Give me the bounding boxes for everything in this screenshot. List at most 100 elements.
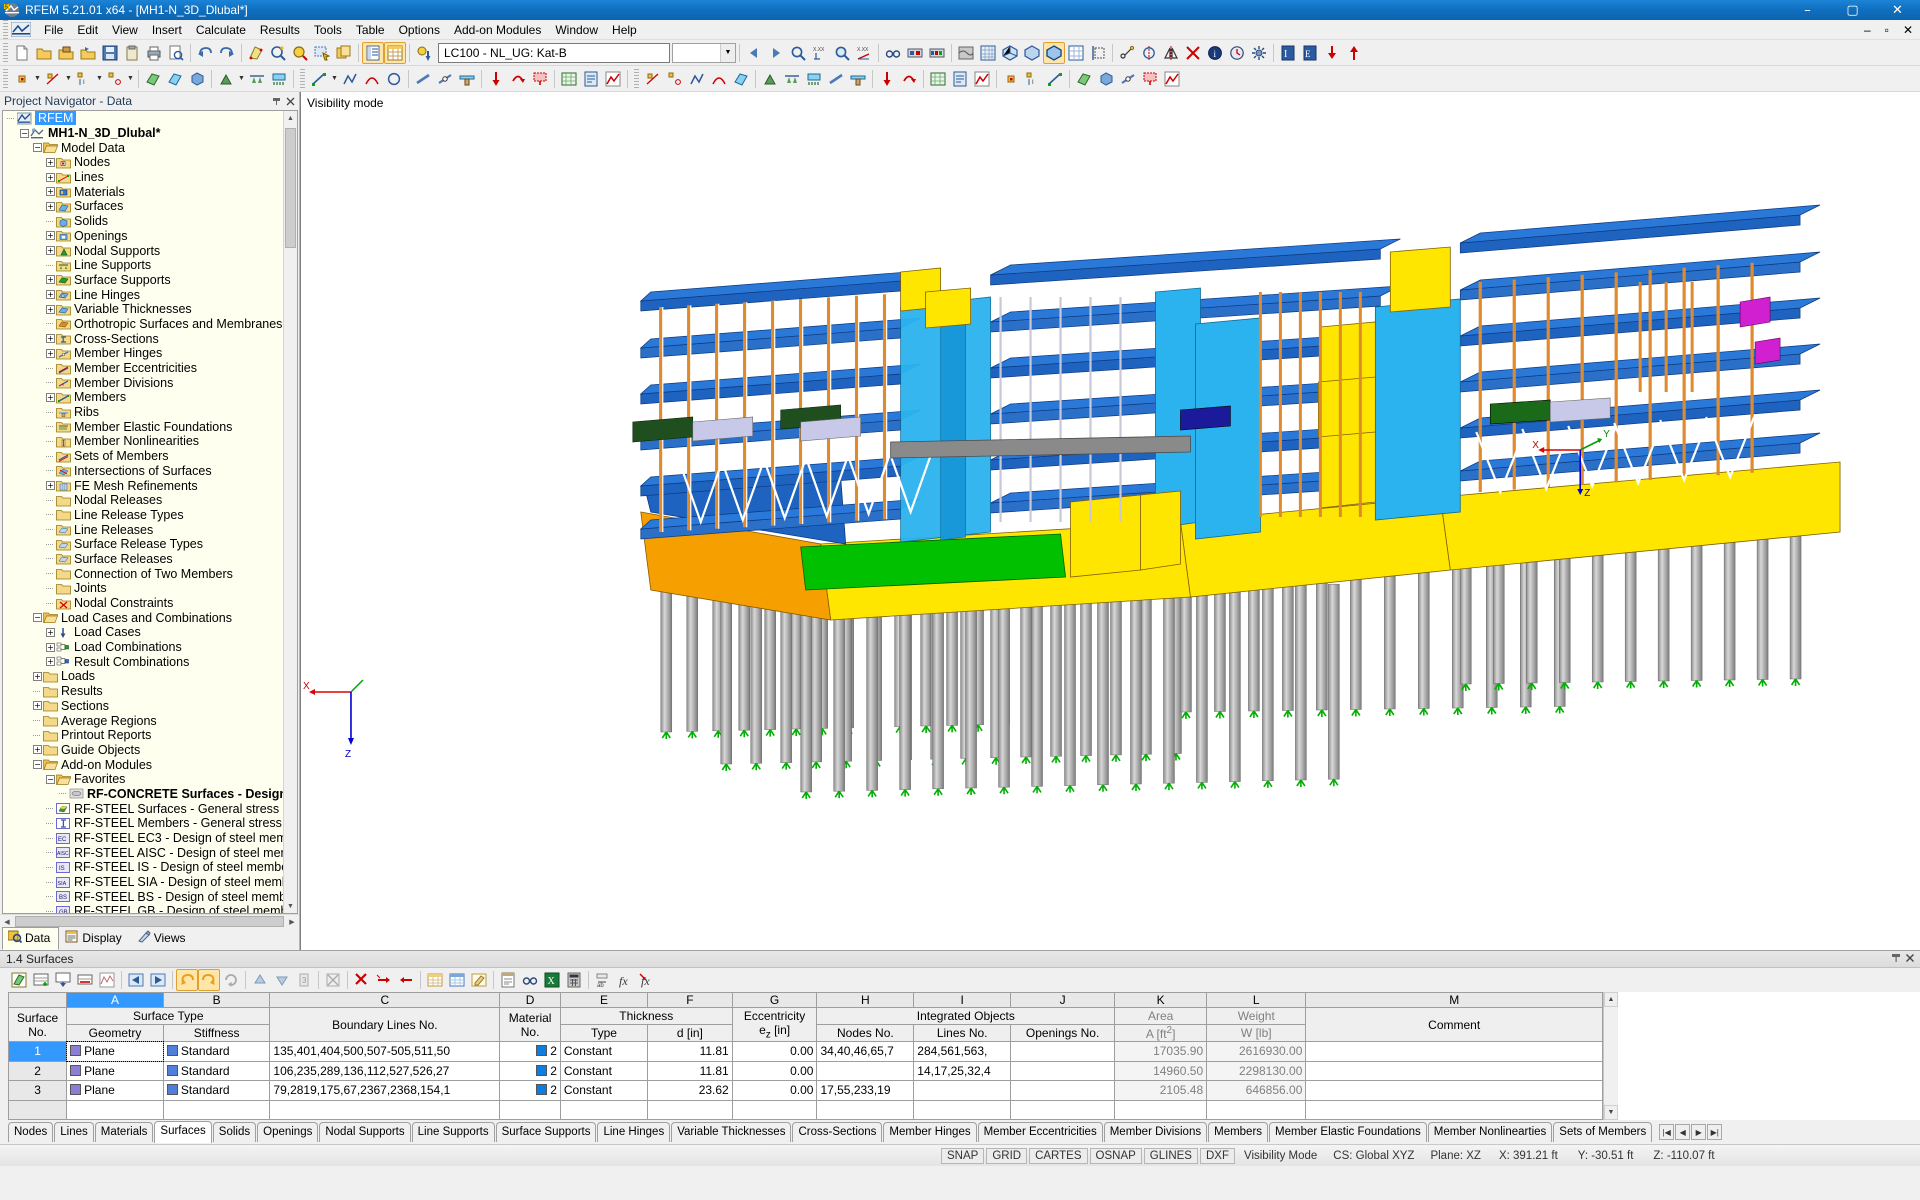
glasses-icon[interactable]: [882, 42, 904, 64]
slope-icon[interactable]: X.XX: [853, 42, 875, 64]
expand-plus-icon[interactable]: +: [33, 671, 42, 681]
expand-plus-icon[interactable]: +: [46, 348, 55, 358]
toolbar-grip[interactable]: [3, 42, 8, 63]
dropdown-arrow-icon[interactable]: ▼: [64, 68, 73, 90]
mdi-minimize-button[interactable]: –: [1857, 21, 1878, 39]
arc-icon[interactable]: [708, 68, 730, 90]
tree-item-member-nonlinearities[interactable]: Member Nonlinearities: [3, 434, 297, 449]
delete-right-icon[interactable]: [395, 969, 417, 991]
table-tab-surfaces[interactable]: Surfaces: [154, 1121, 212, 1143]
tree-item-guide-objects[interactable]: + Guide Objects: [3, 743, 297, 758]
zoom-in-icon[interactable]: [787, 42, 809, 64]
show-grid-icon[interactable]: [384, 41, 406, 64]
menu-table[interactable]: Table: [349, 21, 392, 39]
table-tab-variable-thicknesses[interactable]: Variable Thicknesses: [671, 1122, 792, 1142]
column-letter-l[interactable]: L: [1206, 992, 1307, 1008]
cell-empty[interactable]: [1114, 1099, 1208, 1120]
save-icon[interactable]: [99, 42, 121, 64]
close-button[interactable]: ✕: [1875, 0, 1920, 20]
tree-item-openings[interactable]: + Openings: [3, 229, 297, 244]
menu-options[interactable]: Options: [392, 21, 447, 39]
table-tab-openings[interactable]: Openings: [257, 1122, 319, 1142]
node-dim-icon[interactable]: I: [1022, 68, 1044, 90]
cell-thickness-type[interactable]: Constant: [559, 1080, 649, 1101]
menu-calculate[interactable]: Calculate: [189, 21, 253, 39]
scroll-left-icon[interactable]: ◀: [0, 918, 14, 926]
printout-icon[interactable]: [904, 42, 926, 64]
tree-item-rf-steel-ec3-design-of-steel-members-accordin[interactable]: EC RF-STEEL EC3 - Design of steel members…: [3, 831, 297, 846]
polyline-icon[interactable]: [686, 68, 708, 90]
cell-comment[interactable]: [1305, 1041, 1603, 1062]
zoom-out-icon[interactable]: [831, 42, 853, 64]
prev-icon[interactable]: [743, 42, 765, 64]
tree-item-joints[interactable]: Joints: [3, 581, 297, 596]
polyline-icon[interactable]: [339, 68, 361, 90]
cell-nodes-no[interactable]: 17,55,233,19: [816, 1080, 915, 1101]
cell-empty[interactable]: [162, 1099, 271, 1120]
table-tab-line-supports[interactable]: Line Supports: [411, 1122, 495, 1142]
solid-icon[interactable]: [1095, 68, 1117, 90]
menu-file[interactable]: File: [37, 21, 70, 39]
cell-empty[interactable]: [913, 1099, 1012, 1120]
status-glines[interactable]: GLINES: [1143, 1147, 1198, 1164]
status-cartes[interactable]: CARTES: [1029, 1147, 1088, 1164]
view-axo-icon[interactable]: [1021, 42, 1043, 64]
expand-plus-icon[interactable]: +: [46, 642, 55, 652]
column-letter-a[interactable]: A: [66, 992, 164, 1008]
node-grid-icon[interactable]: [104, 68, 126, 90]
info-icon[interactable]: i: [1204, 42, 1226, 64]
table-tab-members[interactable]: Members: [1208, 1122, 1269, 1142]
row-number[interactable]: 2: [8, 1060, 68, 1081]
table-tab-cross-sections[interactable]: Cross-Sections: [792, 1122, 883, 1142]
table-vertical-scrollbar[interactable]: ▲ ▼: [1603, 992, 1618, 1120]
member-icon[interactable]: [412, 68, 434, 90]
redo-table-icon[interactable]: [198, 969, 220, 991]
column-letter-g[interactable]: G: [731, 992, 818, 1008]
table-tab-nodal-supports[interactable]: Nodal Supports: [319, 1122, 411, 1142]
tree-item-variable-thicknesses[interactable]: + Variable Thicknesses: [3, 302, 297, 317]
cell-lines-no[interactable]: [913, 1080, 1012, 1101]
section-icon[interactable]: [1087, 42, 1109, 64]
ab-sort-icon[interactable]: ab: [592, 969, 614, 991]
cell-geometry[interactable]: Plane: [66, 1080, 164, 1101]
excel-import-icon[interactable]: I: [1277, 42, 1299, 64]
expand-plus-icon[interactable]: +: [46, 657, 55, 667]
cell-eccentricity-ez[interactable]: 0.00: [731, 1060, 818, 1081]
open-model-icon[interactable]: [77, 42, 99, 64]
cell-boundary-lines[interactable]: 79,2819,175,67,2367,2368,154,1: [269, 1080, 501, 1101]
collapse-minus-icon[interactable]: −: [33, 613, 42, 623]
grid-view-icon[interactable]: [1065, 42, 1087, 64]
print-icon[interactable]: [143, 42, 165, 64]
table-tab-nodes[interactable]: Nodes: [8, 1122, 54, 1142]
tree-item-materials[interactable]: + Materials: [3, 184, 297, 199]
menu-results[interactable]: Results: [253, 21, 307, 39]
expand-plus-icon[interactable]: +: [46, 231, 55, 241]
line-support-icon[interactable]: [781, 68, 803, 90]
menu-help[interactable]: Help: [605, 21, 644, 39]
expand-plus-icon[interactable]: +: [46, 334, 55, 344]
cell-thickness-d[interactable]: 11.81: [647, 1060, 733, 1081]
tree-item-intersections-of-surfaces[interactable]: Intersections of Surfaces: [3, 464, 297, 479]
redo-icon[interactable]: [216, 42, 238, 64]
tree-item-printout-reports[interactable]: Printout Reports: [3, 728, 297, 743]
cell-weight[interactable]: 2616930.00: [1206, 1041, 1307, 1062]
model-3d-svg[interactable]: X Y Z X Z: [301, 92, 1920, 950]
tree-item-add-on-modules[interactable]: − Add-on Modules: [3, 757, 297, 772]
cell-geometry[interactable]: Plane: [66, 1060, 164, 1081]
tree-item-rf-steel-surfaces-general-stress-analysis-of-ste[interactable]: RF-STEEL Surfaces - General stress analy…: [3, 801, 297, 816]
cell-material-no[interactable]: 2: [499, 1080, 561, 1101]
expand-plus-icon[interactable]: +: [46, 172, 55, 182]
print-preview-icon[interactable]: [165, 42, 187, 64]
collapse-minus-icon[interactable]: −: [33, 760, 42, 770]
zoom-globe-icon[interactable]: [289, 42, 311, 64]
line-support-icon[interactable]: [246, 68, 268, 90]
results-icon[interactable]: [602, 68, 624, 90]
table-row[interactable]: 2 Plane Standard 106,235,289,136,112,527,52…: [8, 1060, 1603, 1081]
tree-item-fe-mesh-refinements[interactable]: + FE Mesh Refinements: [3, 478, 297, 493]
member-hinge-icon[interactable]: [1117, 68, 1139, 90]
row-number-empty[interactable]: [8, 1099, 68, 1120]
tree-item-sets-of-members[interactable]: Sets of Members: [3, 449, 297, 464]
cell-empty[interactable]: [559, 1099, 649, 1120]
navigator-tab-display[interactable]: Display: [59, 927, 130, 950]
line-icon[interactable]: [308, 68, 330, 90]
